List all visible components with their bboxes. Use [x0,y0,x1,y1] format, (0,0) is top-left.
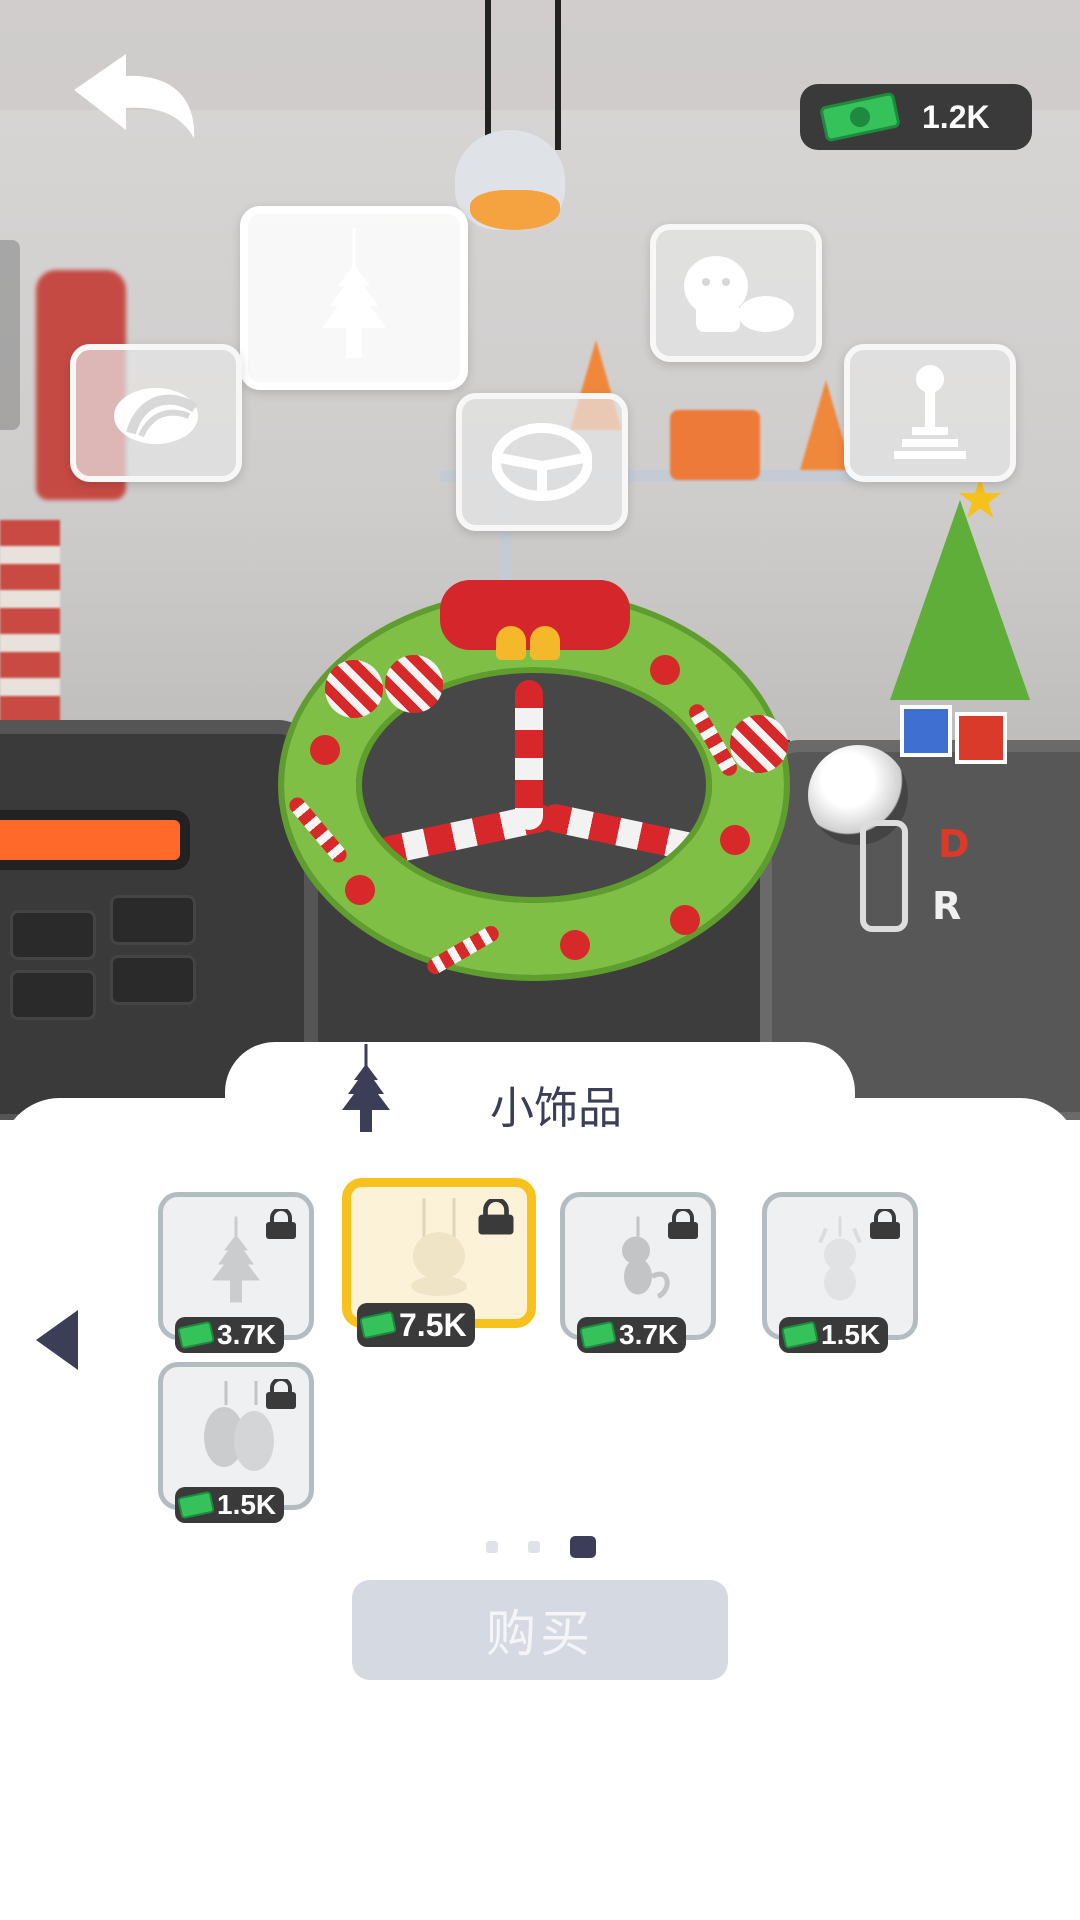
page-dot-active[interactable] [570,1536,596,1558]
steering-wheel-icon [492,423,592,501]
item-price-label: 7.5K [399,1306,467,1343]
currency-amount: 1.2K [922,98,990,135]
gift-box [900,705,952,757]
ornament-ball [385,655,443,713]
air-freshener-icon [336,1044,396,1134]
cash-bill-icon [579,1320,617,1350]
previous-page-button[interactable] [36,1310,78,1370]
cash-bill-icon [781,1320,819,1350]
radio-display [0,820,180,860]
side-handle [0,240,20,430]
air-freshener-icon [322,228,386,358]
cash-bill-icon [359,1310,397,1340]
radio-button [110,955,196,1005]
berry [670,905,700,935]
radio-button [10,970,96,1020]
gear-label-reverse: R [932,884,962,928]
item-price: 1.5K [175,1487,285,1523]
shop-item[interactable]: 3.7K [158,1192,314,1353]
hanging-chick-feet [470,190,560,230]
berry [720,825,750,855]
lock-icon [266,1379,296,1409]
ornament-rope [555,0,561,150]
item-price-label: 1.5K [821,1319,881,1350]
lock-icon [478,1199,514,1235]
shop-item[interactable]: 3.7K [560,1192,716,1353]
back-arrow-icon [74,54,195,138]
category-decal[interactable] [70,344,242,482]
striped-barrier [0,520,60,750]
gear-slot [860,820,908,932]
shop-item[interactable]: 1.5K [762,1192,918,1353]
item-price: 3.7K [175,1317,285,1353]
item-price-label: 3.7K [619,1319,679,1350]
item-price: 7.5K [357,1303,475,1347]
cash-bill-icon [819,91,901,143]
buy-button[interactable]: 购买 [352,1580,728,1680]
sticker-icon [114,388,198,444]
radio-button [10,910,96,960]
currency-display: 1.2K [800,84,1032,150]
category-air-freshener[interactable] [240,206,468,390]
tree-freshener-icon [212,1216,260,1303]
ornament-rope [485,0,491,150]
bell-icon [496,626,526,660]
page-dot[interactable] [528,1541,540,1553]
garage-scene: ★ D R [0,0,1080,1120]
gift-box [955,712,1007,764]
page-dot[interactable] [486,1541,498,1553]
category-gear-shifter[interactable] [844,344,1016,482]
item-price-label: 3.7K [217,1319,277,1350]
radio-button [110,895,196,945]
berry [650,655,680,685]
shop-item[interactable]: 1.5K [158,1362,314,1523]
cash-bill-icon [177,1490,215,1520]
berry [560,930,590,960]
berry [310,735,340,765]
ornament-ball [325,660,383,718]
lock-icon [870,1209,900,1239]
orange-box [670,410,760,480]
page-indicator [486,1536,596,1558]
cash-bill-icon [177,1320,215,1350]
back-button[interactable] [64,52,204,142]
panel-title: 小饰品 [490,1083,622,1134]
ornament-ball [730,715,788,773]
bell-icon [530,626,560,660]
shop-item-selected[interactable]: 7.5K [342,1178,536,1347]
gear-label-drive: D [938,822,970,866]
dog-toy-icon [684,256,794,332]
gear-shifter-icon [894,365,966,459]
item-price-label: 1.5K [217,1489,277,1520]
lock-icon [266,1209,296,1239]
berry [345,875,375,905]
duck-toy-icon [411,1198,467,1296]
item-price: 3.7K [577,1317,687,1353]
lock-icon [668,1209,698,1239]
category-steering-wheel[interactable] [456,393,628,531]
category-dashboard-pet[interactable] [650,224,822,362]
item-price: 1.5K [779,1317,889,1353]
